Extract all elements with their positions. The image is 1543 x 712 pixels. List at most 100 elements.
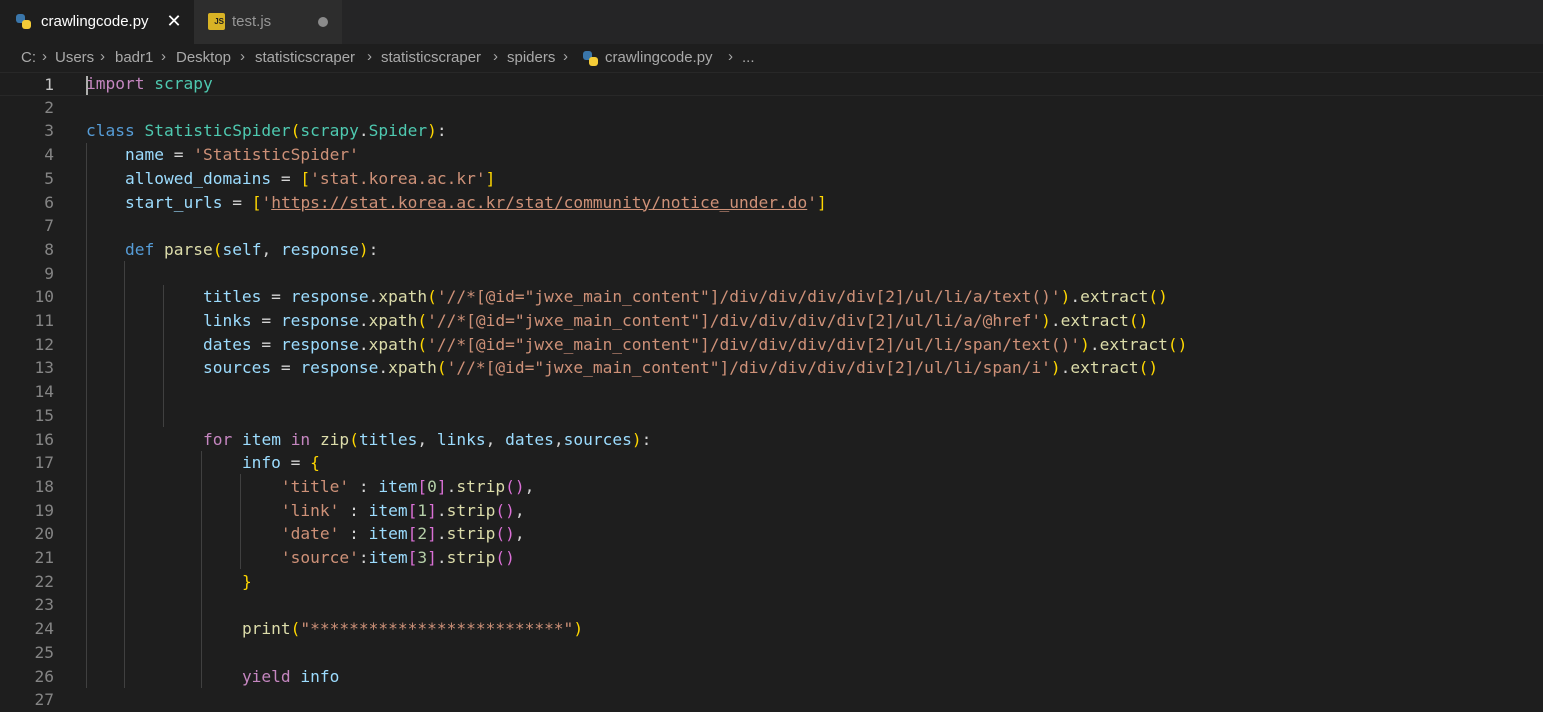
code-line[interactable]: 6 start_urls = ['https://stat.korea.ac.k… [0,191,1543,215]
code-token: strip [446,548,496,567]
code-line[interactable]: 12 dates = response.xpath('//*[@id="jwxe… [0,333,1543,357]
code-token: . [368,287,379,307]
code-line[interactable]: 17 info = { [0,451,1543,475]
code-token: , [514,524,525,544]
code-token: ( [436,358,447,378]
code-token: . [436,548,447,567]
code-token: , [514,500,525,520]
breadcrumb-item[interactable]: C: [21,49,36,66]
code-token: ( [427,287,437,307]
code-line[interactable]: 3 class StatisticSpider(scrapy.Spider): [0,119,1543,143]
code-token: [ [417,476,428,496]
indent-guide [240,474,241,569]
code-token: , [524,476,535,496]
code-token: [ [407,524,418,544]
code-line[interactable]: 11 links = response.xpath('//*[@id="jwxe… [0,309,1543,333]
code-token: response [280,334,359,354]
code-token: xpath [378,287,428,307]
code-line[interactable]: 9 [0,262,1543,286]
code-line[interactable]: 16 for item in zip(titles, links, dates,… [0,428,1543,452]
chevron-right-icon: › [493,48,498,65]
indent-guide [124,261,125,688]
code-token: , [417,429,437,449]
code-token: . [1060,358,1071,378]
line-number: 22 [34,571,55,591]
code-line[interactable]: 5 allowed_domains = ['stat.korea.ac.kr'] [0,167,1543,191]
code-token: = [251,311,281,330]
code-token: parse [163,239,213,259]
code-line[interactable]: 2 [0,96,1543,120]
code-line[interactable]: 27 [0,688,1543,712]
code-token: dates [505,429,554,449]
breadcrumb-item[interactable]: crawlingcode.py [605,49,713,66]
code-line[interactable]: 21 'source':item[3].strip() [0,546,1543,570]
code-token: 3 [417,548,428,567]
code-line[interactable]: 20 'date' : item[2].strip(), [0,522,1543,546]
code-token: . [1089,334,1100,354]
code-token: '//*[@id="jwxe_main_content"]/div/div/di… [427,311,1042,330]
code-token: 'StatisticSpider' [193,145,359,165]
code-line[interactable]: 7 [0,214,1543,238]
code-token: xpath [368,311,418,330]
tab-test-js[interactable]: JS test.js [194,0,342,44]
code-line[interactable]: 19 'link' : item[1].strip(), [0,499,1543,523]
line-number: 11 [34,311,55,330]
code-token: () [1138,358,1159,378]
code-token: dates [202,334,252,354]
code-line[interactable]: 15 [0,404,1543,428]
code-line[interactable]: 14 [0,380,1543,404]
code-token: ) [1041,311,1051,330]
breadcrumb-item[interactable]: statisticscraper [255,49,355,66]
breadcrumb-more[interactable]: ... [742,49,755,66]
code-token: xpath [388,358,437,378]
unsaved-dot-icon[interactable] [318,17,328,27]
code-token: titles [202,287,262,307]
code-token: ) [1050,358,1061,378]
line-number: 16 [34,429,55,449]
code-token: () [505,476,525,496]
close-icon[interactable]: ✕ [164,10,184,32]
code-line[interactable]: 8 def parse(self, response): [0,238,1543,262]
code-token: strip [446,500,496,520]
code-line[interactable]: 25 [0,641,1543,665]
tab-crawlingcode-py[interactable]: crawlingcode.py ✕ [0,0,194,44]
code-line[interactable]: 18 'title' : item[0].strip(), [0,475,1543,499]
code-line[interactable]: 4 name = 'StatisticSpider' [0,143,1543,167]
code-token: ' [261,192,272,212]
code-line[interactable]: 23 [0,593,1543,617]
chevron-right-icon: › [100,48,105,65]
code-line[interactable]: 10 titles = response.xpath('//*[@id="jwx… [0,285,1543,309]
code-token: ) [631,429,642,449]
code-text: 'title' : item[0].strip(), [86,475,534,499]
code-line[interactable]: 24 print("**************************") [0,617,1543,641]
code-line[interactable]: 26 yield info [0,665,1543,689]
line-number: 5 [44,168,54,188]
code-token: . [378,358,389,378]
code-editor[interactable]: 1 import scrapy 2 3 class StatisticSpider(sc… [0,72,1543,711]
code-line[interactable]: 22 } [0,570,1543,594]
code-text: import scrapy [86,73,213,95]
code-token: [ [251,192,262,212]
code-token: extract [1099,334,1168,354]
breadcrumb-item[interactable]: Users [55,49,94,66]
breadcrumb-item[interactable]: statisticscraper [381,49,481,66]
code-token: 'date' [280,524,340,544]
code-token: item [368,548,408,567]
code-token: ' [807,192,817,212]
code-line[interactable]: 1 import scrapy [0,72,1543,96]
chevron-right-icon: › [240,48,245,65]
code-line[interactable]: 13 sources = response.xpath('//*[@id="jw… [0,356,1543,380]
line-number: 20 [34,524,55,544]
breadcrumb-item[interactable]: badr1 [115,49,153,66]
breadcrumb-item[interactable]: spiders [507,49,555,66]
breadcrumb-item[interactable]: Desktop [176,49,231,66]
